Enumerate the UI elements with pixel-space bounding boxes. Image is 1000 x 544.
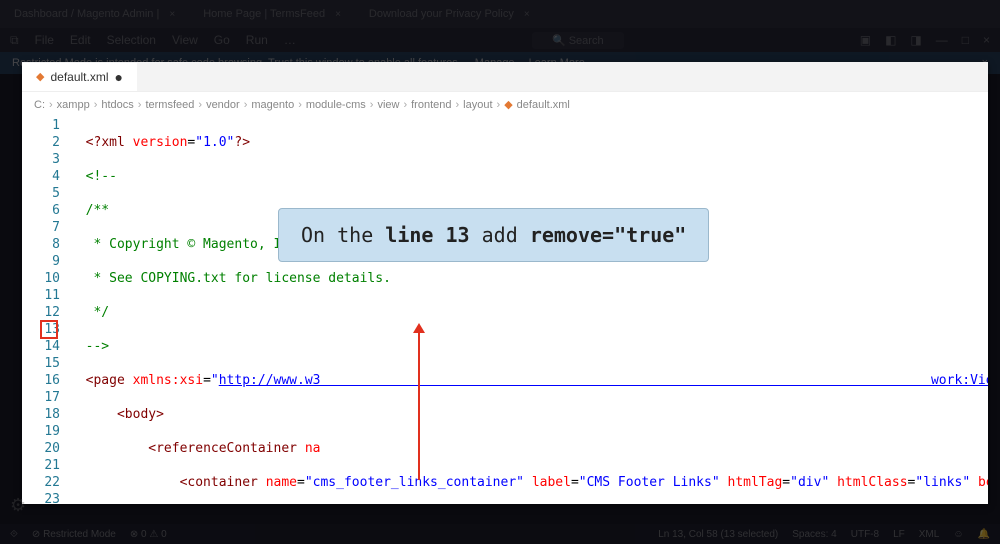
status-bar: ⟐ ⊘ Restricted Mode ⊗ 0 ⚠ 0 Ln 13, Col 5…	[0, 524, 1000, 544]
vscode-icon: ⧉	[10, 33, 19, 48]
instruction-tooltip: On the line 13 add remove="true"	[278, 208, 709, 262]
layout-icon[interactable]: ◨	[910, 33, 921, 47]
browser-tab[interactable]: Home Page | TermsFeed×	[189, 4, 355, 24]
indent-status[interactable]: Spaces: 4	[792, 529, 836, 540]
menu-bar: ⧉ File Edit Selection View Go Run … 🔍 Se…	[0, 28, 1000, 52]
editor-tab[interactable]: ◆ default.xml ●	[22, 63, 137, 91]
layout-icon[interactable]: ◧	[885, 33, 896, 47]
search-input[interactable]: 🔍 Search	[532, 32, 624, 49]
close-icon[interactable]: ×	[524, 9, 530, 20]
xml-file-icon: ◆	[36, 70, 44, 83]
settings-gear-icon[interactable]: ⚙	[10, 495, 26, 516]
browser-tab[interactable]: Download your Privacy Policy×	[355, 4, 544, 24]
code-lines[interactable]: <?xml version="1.0"?> <!-- /** * Copyrig…	[70, 117, 988, 504]
problems-status[interactable]: ⊗ 0 ⚠ 0	[130, 529, 167, 540]
line-gutter: 1234567891011121314151617181920212223	[22, 117, 70, 504]
menu-item[interactable]: Go	[214, 33, 230, 47]
maximize-icon[interactable]: □	[962, 33, 969, 47]
arrow-icon	[418, 325, 420, 480]
browser-title-bar: Dashboard / Magento Admin |× Home Page |…	[0, 0, 1000, 28]
restricted-status[interactable]: ⊘ Restricted Mode	[32, 529, 116, 540]
close-icon[interactable]: ×	[983, 33, 990, 47]
menu-item[interactable]: Run	[246, 33, 268, 47]
bell-icon[interactable]: 🔔	[978, 529, 990, 540]
eol-status[interactable]: LF	[893, 529, 905, 540]
editor-area: ◆ default.xml ● C:› xampp› htdocs› terms…	[22, 62, 988, 504]
cursor-position[interactable]: Ln 13, Col 58 (13 selected)	[658, 529, 778, 540]
remote-icon[interactable]: ⟐	[10, 529, 18, 540]
breadcrumb[interactable]: C:› xampp› htdocs› termsfeed› vendor› ma…	[22, 92, 988, 117]
menu-item[interactable]: Edit	[70, 33, 91, 47]
editor-tab-label: default.xml	[50, 70, 108, 84]
browser-tab[interactable]: Dashboard / Magento Admin |×	[0, 4, 189, 24]
layout-icon[interactable]: ▣	[860, 33, 871, 47]
modified-icon: ●	[115, 69, 123, 85]
code-editor[interactable]: 1234567891011121314151617181920212223 <?…	[22, 117, 988, 504]
editor-tabs: ◆ default.xml ●	[22, 62, 988, 92]
menu-item[interactable]: File	[35, 33, 54, 47]
lang-status[interactable]: XML	[919, 529, 940, 540]
close-icon[interactable]: ×	[169, 9, 175, 20]
xml-file-icon: ◆	[504, 98, 512, 111]
minimize-icon[interactable]: —	[936, 33, 948, 47]
close-icon[interactable]: ×	[335, 9, 341, 20]
feedback-icon[interactable]: ☺	[953, 529, 963, 540]
menu-item[interactable]: View	[172, 33, 198, 47]
menu-item[interactable]: Selection	[107, 33, 156, 47]
menu-item[interactable]: …	[284, 33, 296, 47]
encoding-status[interactable]: UTF-8	[851, 529, 879, 540]
